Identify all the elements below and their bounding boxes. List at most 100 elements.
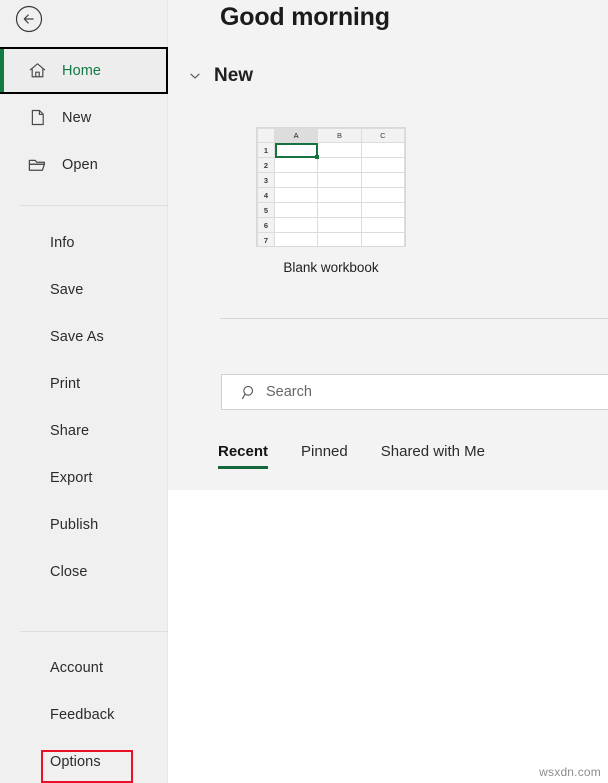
cell xyxy=(273,157,319,173)
sidebar-item-options[interactable]: Options xyxy=(0,738,168,783)
sidebar-item-save-as[interactable]: Save As xyxy=(0,313,168,360)
cell xyxy=(273,202,319,218)
cell xyxy=(360,232,405,246)
row-header: 5 xyxy=(257,202,275,218)
sidebar-item-label: Publish xyxy=(50,516,99,533)
sidebar-item-label: Close xyxy=(50,563,88,580)
sidebar-item-label: Share xyxy=(50,422,90,439)
sidebar-item-print[interactable]: Print xyxy=(0,360,168,407)
new-section-header[interactable]: New xyxy=(184,65,253,87)
table-row: 3 xyxy=(257,172,405,188)
column-header-a: A xyxy=(273,128,319,143)
search-bar[interactable] xyxy=(221,374,608,410)
content-divider xyxy=(220,318,608,319)
sidebar-item-feedback[interactable]: Feedback xyxy=(0,691,168,738)
sidebar-item-export[interactable]: Export xyxy=(0,454,168,501)
backstage-view: Home New Open Info Save Save As Print Sh… xyxy=(0,0,608,783)
table-row: 2 xyxy=(257,157,405,173)
tab-label: Pinned xyxy=(301,443,348,460)
table-row: 4 xyxy=(257,187,405,203)
sidebar-divider-bottom xyxy=(20,631,188,632)
chevron-down-icon[interactable] xyxy=(184,65,206,87)
sidebar-item-save[interactable]: Save xyxy=(0,266,168,313)
cell xyxy=(317,232,362,246)
tab-recent[interactable]: Recent xyxy=(218,443,269,469)
sidebar-item-home[interactable]: Home xyxy=(0,47,168,94)
cell xyxy=(317,217,362,233)
row-header: 7 xyxy=(257,232,275,246)
select-all-corner xyxy=(257,128,275,143)
sidebar-file-group: Info Save Save As Print Share Export Pub… xyxy=(0,219,168,595)
thumbnail-grid: A B C 1 2 3 4 5 6 7 xyxy=(257,128,405,246)
active-tab-underline xyxy=(218,466,269,469)
sidebar-item-label: Save xyxy=(50,281,84,298)
sidebar-item-info[interactable]: Info xyxy=(0,219,168,266)
sidebar-item-open[interactable]: Open xyxy=(0,141,168,188)
sidebar-item-label: Account xyxy=(50,659,104,676)
sidebar-item-label: Open xyxy=(62,156,98,173)
tab-label: Shared with Me xyxy=(380,443,485,460)
sidebar: Home New Open Info Save Save As Print Sh… xyxy=(0,0,188,783)
row-header: 1 xyxy=(257,142,275,158)
sidebar-item-label: New xyxy=(62,109,92,126)
active-accent-bar xyxy=(0,49,4,92)
cell xyxy=(360,217,405,233)
back-arrow-glyph xyxy=(15,5,43,33)
file-list-panel: wsxdn.com xyxy=(168,490,608,783)
template-label: Blank workbook xyxy=(283,260,379,275)
sidebar-item-label: Export xyxy=(50,469,93,486)
thumbnail-header-row: A B C xyxy=(257,128,405,143)
cell-b1 xyxy=(317,142,362,158)
sidebar-item-label: Info xyxy=(50,234,75,251)
search-input[interactable] xyxy=(266,384,608,400)
column-header-b: B xyxy=(317,128,362,143)
file-list-tabs: Recent Pinned Shared with Me xyxy=(218,443,518,469)
page-title: Good morning xyxy=(220,3,390,31)
cell xyxy=(360,202,405,218)
sidebar-divider-top xyxy=(20,205,188,206)
table-row: 7 xyxy=(257,232,405,246)
sidebar-primary-group: Home New Open xyxy=(0,47,168,188)
cell xyxy=(273,172,319,188)
blank-workbook-thumbnail: A B C 1 2 3 4 5 6 7 xyxy=(256,127,406,247)
sidebar-item-label: Options xyxy=(50,753,101,770)
sidebar-item-label: Home xyxy=(62,62,102,79)
sidebar-footer-group: Account Feedback Options xyxy=(0,644,168,783)
cell-a1-selected xyxy=(273,142,321,160)
sidebar-item-label: Save As xyxy=(50,328,104,345)
sidebar-item-account[interactable]: Account xyxy=(0,644,168,691)
home-icon xyxy=(26,60,48,82)
cell xyxy=(317,202,362,218)
cell xyxy=(360,157,405,173)
search-icon xyxy=(232,384,266,401)
cell xyxy=(360,187,405,203)
cell xyxy=(360,172,405,188)
tab-pinned[interactable]: Pinned xyxy=(301,443,348,469)
sidebar-item-label: Feedback xyxy=(50,706,115,723)
sidebar-item-close[interactable]: Close xyxy=(0,548,168,595)
new-section-title: New xyxy=(214,65,254,86)
sidebar-item-label: Print xyxy=(50,375,81,392)
main-content: Good morning New A B C 1 2 3 4 5 6 7 Bla… xyxy=(168,0,608,783)
new-document-icon xyxy=(26,107,48,129)
tab-label: Recent xyxy=(218,443,269,460)
open-folder-icon xyxy=(26,154,48,176)
row-header: 6 xyxy=(257,217,275,233)
cell xyxy=(273,187,319,203)
table-row: 6 xyxy=(257,217,405,233)
cell xyxy=(317,157,362,173)
cell xyxy=(273,217,319,233)
sidebar-item-new[interactable]: New xyxy=(0,94,168,141)
table-row: 5 xyxy=(257,202,405,218)
template-card-blank-workbook[interactable]: A B C 1 2 3 4 5 6 7 Blank workbook xyxy=(256,127,410,275)
row-header: 2 xyxy=(257,157,275,173)
watermark: wsxdn.com xyxy=(539,765,601,779)
tab-shared-with-me[interactable]: Shared with Me xyxy=(381,443,485,469)
cell xyxy=(273,232,319,246)
sidebar-item-share[interactable]: Share xyxy=(0,407,168,454)
sidebar-item-publish[interactable]: Publish xyxy=(0,501,168,548)
back-arrow-icon[interactable] xyxy=(14,4,44,34)
column-header-c: C xyxy=(360,128,405,143)
cell xyxy=(317,187,362,203)
row-header: 3 xyxy=(257,172,275,188)
